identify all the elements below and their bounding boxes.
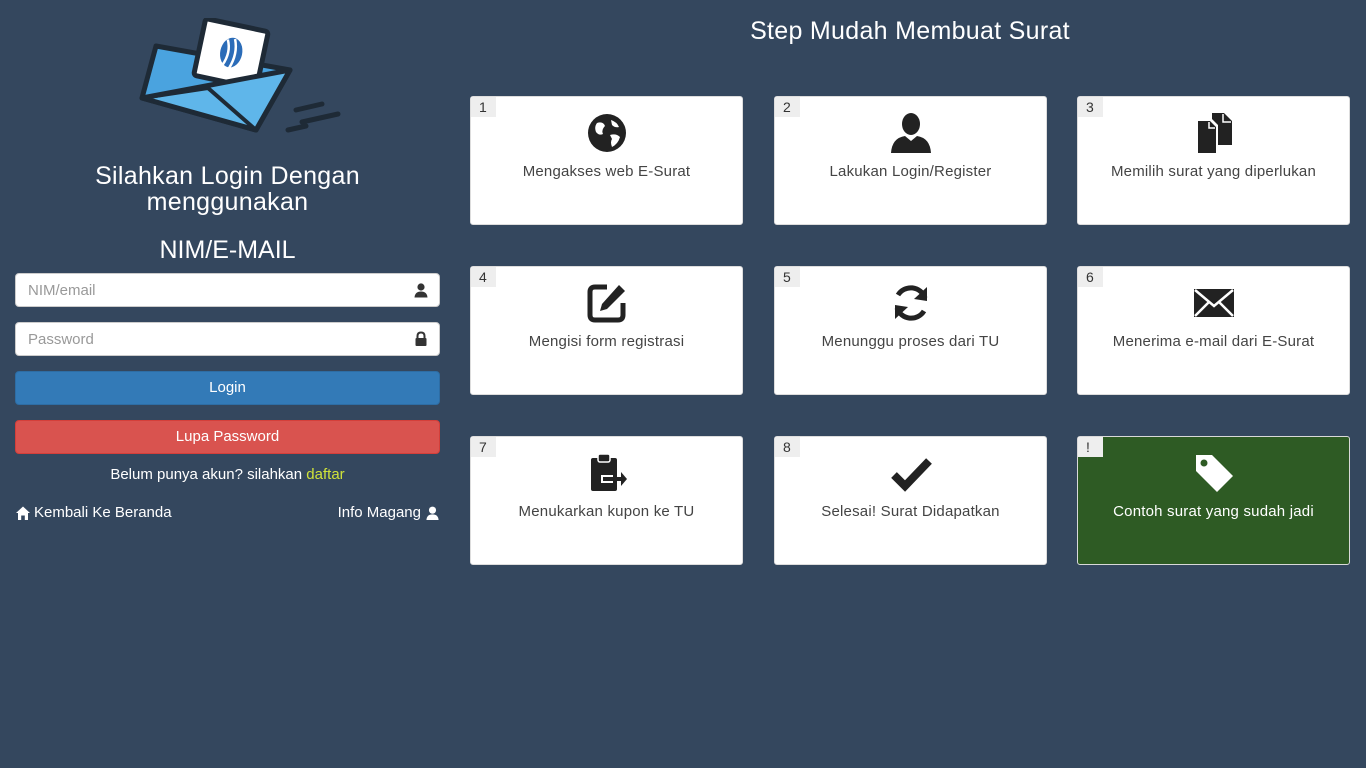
- step-label: Menunggu proses dari TU: [821, 333, 1000, 350]
- tag-icon: [1195, 455, 1233, 492]
- home-link-label: Kembali Ke Beranda: [34, 504, 172, 521]
- home-link[interactable]: Kembali Ke Beranda: [15, 504, 172, 521]
- step-number: 4: [471, 267, 496, 287]
- step-label: Selesai! Surat Didapatkan: [821, 503, 1000, 520]
- login-subtitle: NIM/E-MAIL: [159, 236, 296, 264]
- envelope-icon: [1193, 289, 1234, 317]
- step-card-1[interactable]: 1 Mengakses web E-Surat: [470, 96, 743, 225]
- login-title: Silahkan Login Dengan menggunakan: [95, 162, 360, 216]
- password-input[interactable]: [16, 323, 410, 355]
- lock-icon: [415, 331, 427, 346]
- step-label: Memilih surat yang diperlukan: [1110, 163, 1317, 180]
- step-label: Contoh surat yang sudah jadi: [1113, 503, 1314, 520]
- intern-info-link[interactable]: Info Magang: [338, 504, 440, 521]
- refresh-icon: [894, 285, 927, 321]
- step-number: 5: [775, 267, 800, 287]
- user-icon: [414, 283, 428, 298]
- step-card-6[interactable]: 6 Menerima e-mail dari E-Surat: [1077, 266, 1350, 395]
- user-icon: [890, 113, 931, 153]
- checkmark-icon: [890, 458, 932, 492]
- user-icon: [426, 506, 439, 520]
- step-label: Menerima e-mail dari E-Surat: [1112, 333, 1315, 350]
- username-field[interactable]: [15, 273, 440, 307]
- password-field[interactable]: [15, 322, 440, 356]
- step-number: 6: [1078, 267, 1103, 287]
- envelope-logo-icon: [139, 18, 341, 133]
- step-card-2[interactable]: 2 Lakukan Login/Register: [774, 96, 1047, 225]
- step-card-7[interactable]: 7 Menukarkan kupon ke TU: [470, 436, 743, 565]
- intern-link-label: Info Magang: [337, 504, 421, 521]
- forgot-password-button[interactable]: Lupa Password: [15, 420, 440, 454]
- home-icon: [16, 506, 30, 520]
- step-label: Mengisi form registrasi: [528, 333, 685, 350]
- clipboard-icon: [590, 453, 627, 491]
- documents-icon: [1197, 113, 1232, 153]
- step-card-5[interactable]: 5 Menunggu proses dari TU: [774, 266, 1047, 395]
- step-card-4[interactable]: 4 Mengisi form registrasi: [470, 266, 743, 395]
- step-number: !: [1078, 437, 1103, 457]
- step-label: Mengakses web E-Surat: [522, 163, 691, 180]
- step-number: 7: [471, 437, 496, 457]
- example-letter-card[interactable]: ! Contoh surat yang sudah jadi: [1077, 436, 1350, 565]
- steps-title: Step Mudah Membuat Surat: [750, 17, 1070, 45]
- step-number: 1: [471, 97, 496, 117]
- step-card-8[interactable]: 8 Selesai! Surat Didapatkan: [774, 436, 1047, 565]
- step-number: 2: [775, 97, 800, 117]
- register-text: Belum punya akun? silahkan: [110, 466, 303, 483]
- globe-icon: [587, 114, 626, 152]
- register-link[interactable]: daftar: [306, 466, 344, 483]
- step-card-3[interactable]: 3 Memilih surat yang diperlukan: [1077, 96, 1350, 225]
- edit-icon: [587, 284, 625, 323]
- step-label: Menukarkan kupon ke TU: [518, 503, 695, 520]
- username-input[interactable]: [16, 274, 410, 306]
- step-number: 3: [1078, 97, 1103, 117]
- login-button[interactable]: Login: [15, 371, 440, 405]
- register-prompt: Belum punya akun? silahkan daftar: [15, 466, 440, 483]
- step-label: Lakukan Login/Register: [829, 163, 992, 180]
- step-number: 8: [775, 437, 800, 457]
